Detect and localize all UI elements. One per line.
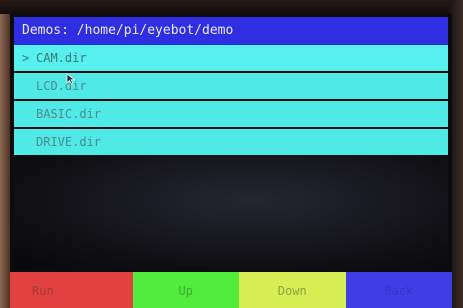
- list-item-label: DRIVE.dir: [36, 135, 102, 149]
- photo-bezel-top: [0, 0, 463, 14]
- lcd-screen: Demos: /home/pi/eyebot/demo > CAM.dir LC…: [10, 14, 452, 308]
- list-item-lcd[interactable]: LCD.dir: [14, 73, 448, 99]
- softkey-bar: Run Up Down Back: [10, 272, 452, 308]
- back-button[interactable]: Back: [345, 272, 452, 308]
- list-item-label: BASIC.dir: [36, 107, 102, 121]
- list-item-cam[interactable]: > CAM.dir: [14, 45, 448, 71]
- title-bar: Demos: /home/pi/eyebot/demo: [14, 17, 448, 45]
- list-item-label: LCD.dir: [36, 79, 87, 93]
- file-list: > CAM.dir LCD.dir BASIC.dir DRIVE.dir: [14, 45, 448, 157]
- selection-marker: >: [22, 51, 30, 65]
- list-item-basic[interactable]: BASIC.dir: [14, 101, 448, 127]
- up-button[interactable]: Up: [132, 272, 239, 308]
- mouse-pointer-icon: [66, 73, 76, 85]
- down-button[interactable]: Down: [239, 272, 346, 308]
- list-item-drive[interactable]: DRIVE.dir: [14, 129, 448, 155]
- list-item-label: CAM.dir: [36, 51, 87, 65]
- empty-display-area: [14, 155, 448, 269]
- run-button[interactable]: Run: [10, 272, 133, 308]
